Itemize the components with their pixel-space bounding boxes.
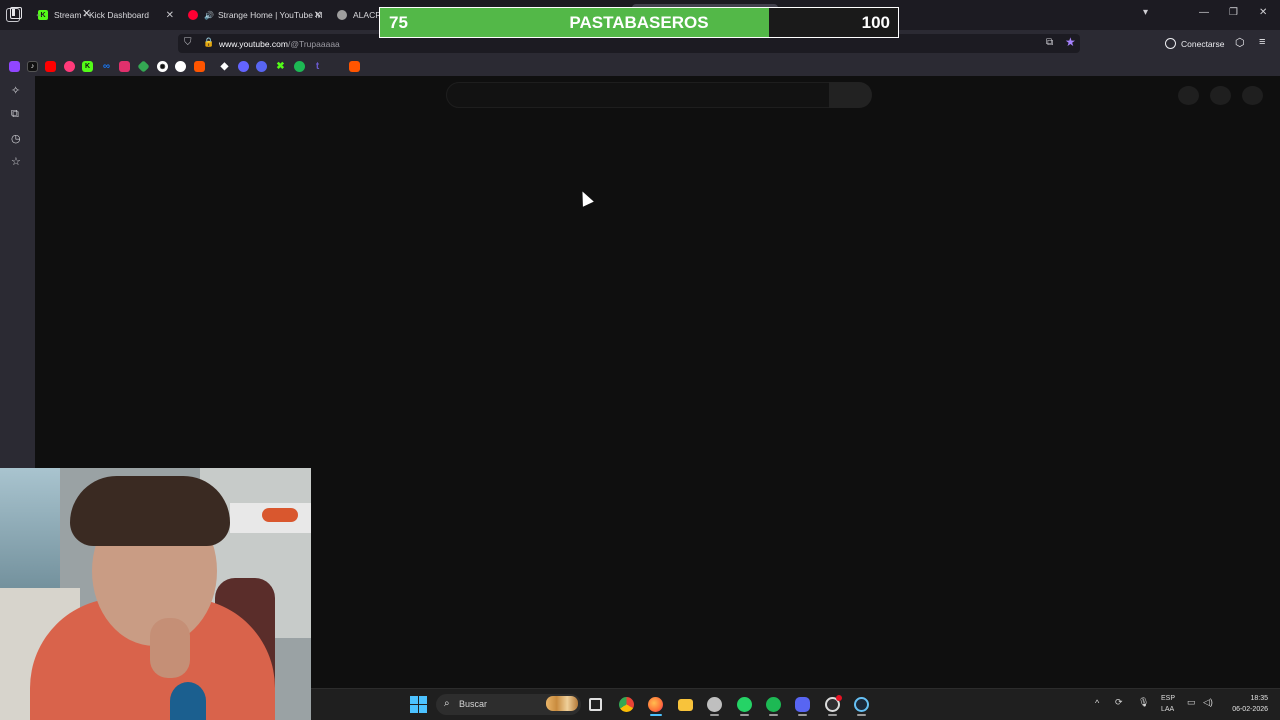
webcam-hand	[150, 618, 190, 678]
firefox-icon[interactable]	[648, 697, 663, 712]
running-app-indicator	[828, 714, 837, 716]
task-view-icon[interactable]	[589, 698, 602, 711]
bookmark-star-icon[interactable]: ★	[1065, 35, 1076, 49]
file-explorer-icon[interactable]	[678, 699, 693, 711]
tab-title: ALACRA	[353, 10, 381, 20]
forward-icon[interactable]: →	[58, 6, 70, 20]
youtube-icon[interactable]	[45, 61, 56, 72]
running-app-indicator	[710, 714, 719, 716]
twitch-icon[interactable]	[9, 61, 20, 72]
search-icon: ⌕	[444, 698, 450, 709]
running-app-indicator	[769, 714, 778, 716]
running-app-indicator	[798, 714, 807, 716]
ai-chatbot-icon[interactable]: ✧	[11, 84, 20, 97]
twitter-icon[interactable]	[330, 61, 341, 72]
speaker-icon[interactable]: 🔊	[204, 11, 214, 20]
settings-icon[interactable]	[707, 697, 722, 712]
account-label: Conectarse	[1181, 38, 1225, 49]
tumblr-icon[interactable]: t	[312, 61, 323, 72]
chrome-icon[interactable]	[619, 697, 634, 712]
bookmarks-toolbar: ♪ K ∞ ✺ ◆ ✖ t	[0, 57, 1280, 76]
close-window-icon[interactable]: ✕	[1259, 7, 1267, 18]
webcam-object	[262, 508, 298, 522]
synced-tabs-icon[interactable]: ⧉	[11, 108, 19, 121]
microphone-icon[interactable]: 🎙	[1138, 697, 1149, 708]
chrome-icon	[337, 10, 347, 20]
webcam-hair	[70, 476, 230, 546]
picture-in-picture-icon[interactable]: ⧉	[1046, 37, 1053, 48]
create-icon[interactable]	[1178, 86, 1199, 105]
account-icon	[1165, 38, 1176, 49]
tray-overflow-icon[interactable]: ^	[1095, 698, 1099, 708]
youtube-music-icon	[188, 10, 198, 20]
discord-icon[interactable]	[795, 697, 810, 712]
windows-start-icon[interactable]	[410, 696, 427, 713]
github-icon[interactable]	[175, 61, 186, 72]
minimize-icon[interactable]: —	[1199, 7, 1209, 18]
diamond-icon[interactable]: ◆	[219, 61, 230, 72]
active-app-indicator	[650, 714, 662, 716]
search-input[interactable]	[446, 82, 830, 108]
close-tab-icon[interactable]: ✕	[166, 10, 174, 21]
webcam-overlay	[0, 468, 311, 720]
search-highlight-image[interactable]	[546, 696, 578, 711]
kick-icon[interactable]: K	[82, 61, 93, 72]
instagram-icon[interactable]	[119, 61, 130, 72]
history-icon[interactable]: ◷	[11, 132, 21, 145]
lock-icon[interactable]: 🔒	[203, 37, 214, 48]
sidebar-toggle-icon[interactable]	[10, 7, 22, 19]
meta-icon[interactable]: ∞	[101, 61, 112, 72]
webcam-bottle	[170, 682, 206, 720]
tracking-shield-icon[interactable]: ⛉	[184, 37, 192, 48]
soundcloud-icon[interactable]	[194, 61, 205, 72]
taskbar-search-label: Buscar	[459, 699, 488, 709]
recording-badge-icon	[836, 695, 842, 701]
keyboard-layout-indicator[interactable]: LAA	[1161, 706, 1174, 713]
browser-sidebar: ✧ ⧉ ◷ ☆	[0, 76, 35, 468]
whatsapp-icon[interactable]	[737, 697, 752, 712]
mastodon-icon[interactable]	[238, 61, 249, 72]
account-button[interactable]: Conectarse	[1165, 38, 1224, 49]
bookmarks-icon[interactable]: ☆	[11, 155, 21, 168]
steam-icon[interactable]	[854, 697, 869, 712]
goal-current-value: 75	[389, 13, 408, 32]
spotify-icon[interactable]	[294, 61, 305, 72]
music-icon[interactable]	[64, 61, 75, 72]
drive-icon[interactable]	[137, 60, 150, 73]
sync-icon[interactable]: ⟳	[1115, 697, 1123, 708]
tab-title: Strange Home | YouTube M	[217, 10, 322, 20]
language-indicator[interactable]: ESP	[1161, 695, 1175, 702]
close-tab-icon[interactable]: ✕	[314, 10, 322, 21]
soundcloud-icon[interactable]	[349, 61, 360, 72]
chat-icon[interactable]	[256, 61, 267, 72]
url-text[interactable]: www.youtube.com/@Trupaaaaa	[219, 39, 340, 49]
back-icon[interactable]: ←	[34, 6, 46, 20]
url-host: www.youtube.com	[219, 39, 288, 49]
clock-time[interactable]: 18:35	[1228, 695, 1268, 702]
openai-icon[interactable]: ✺	[157, 61, 168, 72]
xbox-icon[interactable]: ✖	[275, 61, 286, 72]
extensions-icon[interactable]: ⬡	[1235, 36, 1245, 49]
goal-target-value: 100	[861, 13, 890, 32]
spotify-icon[interactable]	[766, 697, 781, 712]
running-app-indicator	[857, 714, 866, 716]
menu-icon[interactable]: ≡	[1259, 36, 1265, 48]
tab-alacra[interactable]: ALACRA	[337, 4, 381, 26]
restore-icon[interactable]: ❐	[1229, 7, 1238, 18]
chevron-down-icon[interactable]: ▾	[1143, 7, 1148, 18]
avatar[interactable]	[1242, 86, 1263, 105]
notifications-icon[interactable]	[1210, 86, 1231, 105]
network-icon[interactable]: ▭	[1187, 697, 1196, 708]
clock-date[interactable]: 06-02-2026	[1224, 706, 1268, 713]
url-path: /@Trupaaaaa	[287, 39, 340, 49]
stop-loading-icon[interactable]: ✕	[82, 7, 91, 20]
volume-icon[interactable]: ◁)	[1203, 697, 1213, 708]
tiktok-icon[interactable]: ♪	[27, 61, 38, 72]
webcam-curtain	[0, 468, 60, 598]
tab-youtube-music[interactable]: 🔊 Strange Home | YouTube M ✕	[188, 4, 322, 26]
search-button[interactable]	[829, 82, 872, 108]
running-app-indicator	[740, 714, 749, 716]
